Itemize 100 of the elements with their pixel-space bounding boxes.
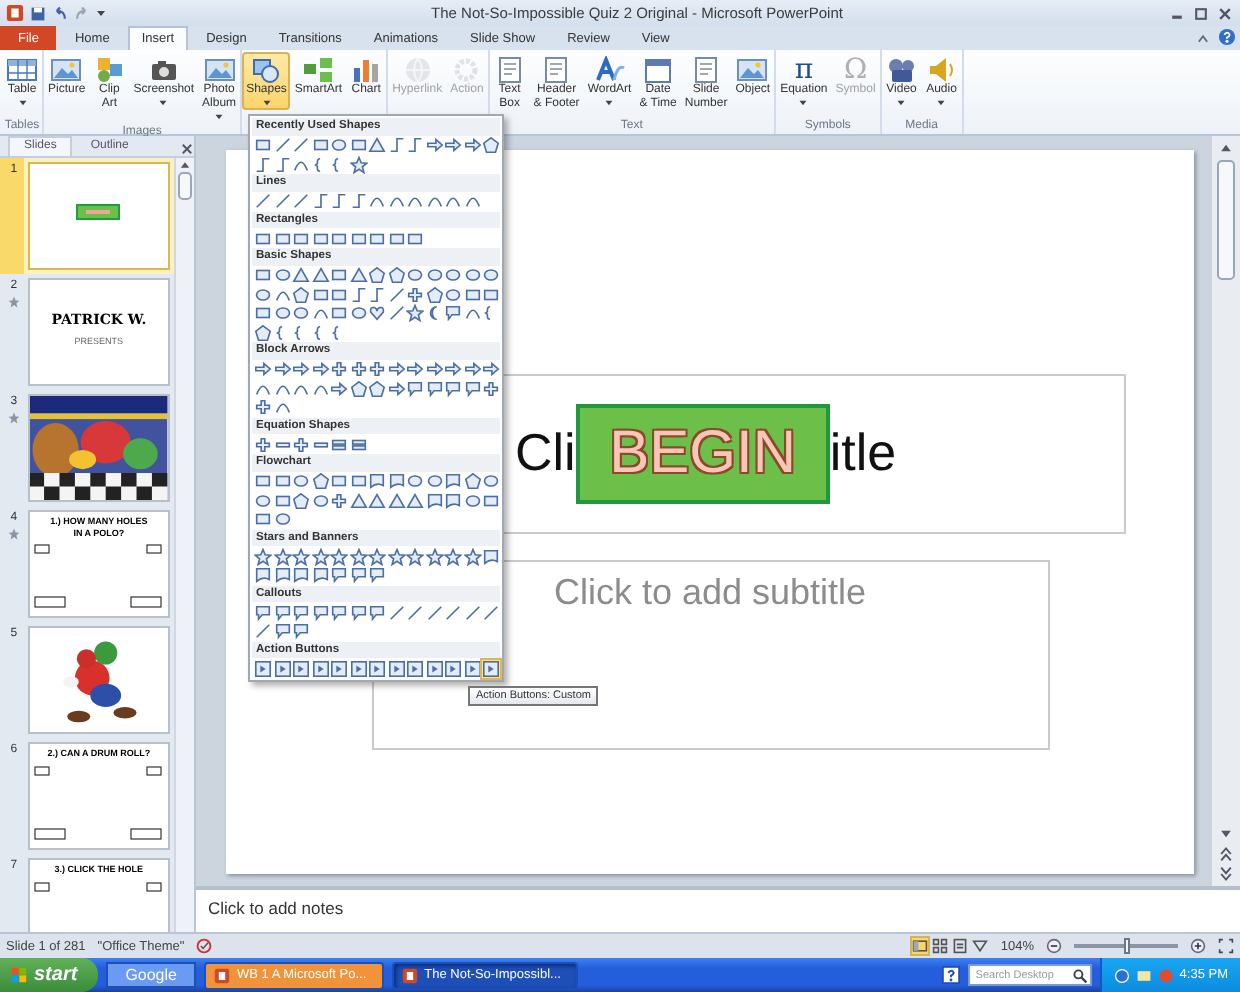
action-button-icon[interactable] [406,659,424,677]
action-button-icon[interactable] [444,659,462,677]
scrollbar-thumb[interactable] [1216,160,1236,280]
rectangle-shape-icon[interactable] [254,304,272,322]
calendar-icon [642,56,675,84]
symbol-icon: π [794,56,814,84]
app-icon [402,967,419,983]
answer-box-drawing [34,881,51,891]
proofing-icon[interactable] [196,938,213,954]
star-shape-icon[interactable] [406,547,424,565]
camera-icon [147,56,180,84]
heart-shape-icon[interactable] [368,304,386,322]
curve-shape-icon[interactable] [311,304,329,322]
rectangle-shape-icon[interactable] [254,136,272,154]
app-icon[interactable] [6,4,24,22]
smartart-icon [302,56,335,84]
star-shape-icon[interactable] [292,547,310,565]
star-shape-icon[interactable] [387,547,405,565]
network-icon[interactable] [1113,967,1130,983]
scrollbar-thumb[interactable] [178,172,192,200]
maximize-icon[interactable] [1192,5,1210,21]
action-button-icon[interactable] [463,659,481,677]
action-button-icon[interactable] [482,659,500,677]
cross-shape-icon[interactable] [330,491,348,509]
action-button-icon[interactable] [254,659,272,677]
normal-view-icon[interactable] [912,938,929,954]
scroll-up-icon[interactable] [1218,140,1234,156]
collapse-ribbon-icon[interactable] [1196,32,1210,46]
star-shape-icon[interactable] [406,304,424,322]
help-icon[interactable] [941,966,960,984]
star-shape-icon[interactable] [349,155,367,173]
document-shape-icon[interactable] [482,547,500,565]
star-shape-icon[interactable] [444,547,462,565]
action-button-icon[interactable] [311,659,329,677]
help-icon[interactable] [1218,28,1236,46]
cross-shape-icon[interactable] [292,435,310,453]
close-icon[interactable] [1216,5,1234,21]
film-icon [885,56,918,84]
action-button-icon[interactable] [425,659,443,677]
wordart-icon [593,56,626,84]
zoom-out-icon[interactable] [1046,938,1062,954]
moon-shape-icon[interactable] [425,304,443,322]
windows-flag-icon [10,966,28,984]
oval-shape-icon[interactable] [330,136,348,154]
cross-shape-icon[interactable] [254,435,272,453]
close-icon[interactable] [180,142,194,156]
rectangle-shape-icon[interactable] [311,136,329,154]
cross-shape-icon[interactable] [349,360,367,378]
rectangle-shape-icon[interactable] [254,266,272,284]
triangle-shape-icon[interactable] [349,266,367,284]
action-button-icon[interactable] [273,659,291,677]
pentagon-shape-icon[interactable] [292,285,310,303]
scroll-down-icon[interactable] [1218,826,1234,842]
oval-shape-icon[interactable] [349,304,367,322]
slide-sorter-icon[interactable] [932,938,949,954]
callout-shape-icon[interactable] [444,304,462,322]
cross-shape-icon[interactable] [406,285,424,303]
zoom-slider-thumb[interactable] [1124,938,1130,954]
undo-icon[interactable] [52,5,68,21]
action-button-icon[interactable] [330,659,348,677]
globe-icon [401,56,434,84]
action-button-icon[interactable] [292,659,310,677]
star-shape-icon[interactable] [311,547,329,565]
cross-shape-icon[interactable] [254,398,272,416]
triangle-shape-icon[interactable] [368,136,386,154]
cross-shape-icon[interactable] [482,379,500,397]
photo-album-icon [203,56,236,84]
star-shape-icon[interactable] [254,547,272,565]
zoom-in-icon[interactable] [1190,938,1206,954]
gear-icon [450,56,483,84]
star-shape-icon[interactable] [368,547,386,565]
answer-box-drawing [34,544,51,554]
star-shape-icon[interactable] [273,547,291,565]
next-slide-icon[interactable] [1218,866,1234,882]
line-shape-icon[interactable] [254,622,272,640]
star-shape-icon[interactable] [425,547,443,565]
text-box-icon [493,56,526,84]
page-icon [690,56,723,84]
previous-slide-icon[interactable] [1218,846,1234,862]
notes-field[interactable]: Click to add notes [196,886,1240,932]
reading-view-icon[interactable] [952,938,969,954]
action-button-icon[interactable] [387,659,405,677]
star-shape-icon[interactable] [349,547,367,565]
cross-shape-icon[interactable] [330,360,348,378]
caret-icon[interactable] [96,9,106,17]
rectangle-shape-icon[interactable] [482,491,500,509]
star-shape-icon[interactable] [330,547,348,565]
rectangle-shape-icon[interactable] [349,136,367,154]
slide-show-icon[interactable] [972,938,989,954]
cross-shape-icon[interactable] [368,360,386,378]
fit-to-window-icon[interactable] [1218,938,1234,954]
save-icon[interactable] [30,5,46,21]
answer-box-drawing [34,765,51,775]
action-button-icon[interactable] [349,659,367,677]
curve-shape-icon[interactable] [463,304,481,322]
title-placeholder-text: Cli [515,422,576,484]
action-button-icon[interactable] [368,659,386,677]
object-icon [736,56,769,84]
answer-box-drawing [34,596,67,608]
star-shape-icon[interactable] [463,547,481,565]
